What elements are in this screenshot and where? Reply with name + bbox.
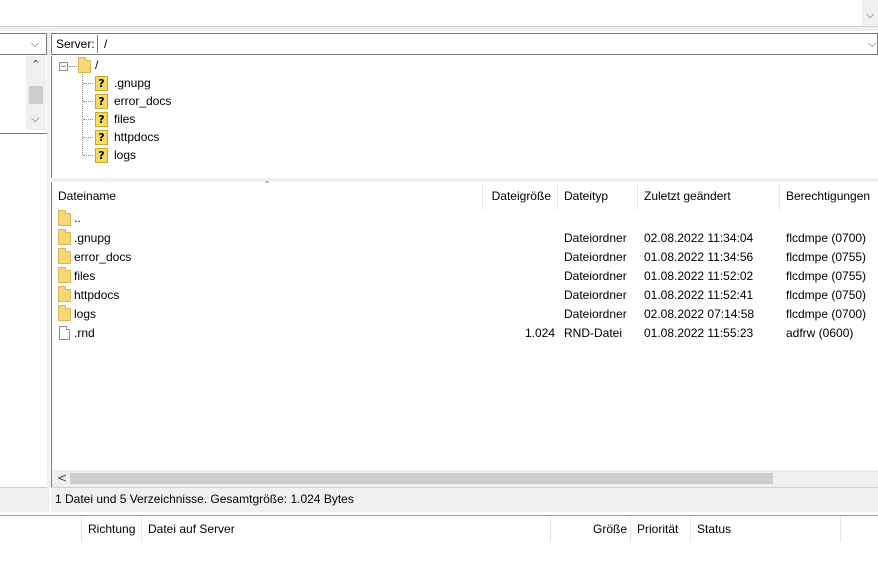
folder-icon [58, 286, 71, 302]
file-type: Dateiordner [564, 307, 627, 321]
local-status-bar [0, 487, 47, 512]
status-text: 1 Datei und 5 Verzeichnisse. Gesamtgröße… [55, 492, 354, 506]
collapse-icon: − [60, 61, 67, 71]
file-permissions: flcdmpe (0750) [786, 288, 867, 302]
file-permissions: flcdmpe (0755) [786, 269, 867, 283]
file-name: logs [74, 307, 97, 321]
file-icon [59, 326, 70, 340]
file-permissions: adfrw (0600) [786, 326, 854, 340]
file-type: Dateiordner [564, 231, 627, 245]
file-modified: 01.08.2022 11:55:23 [644, 326, 754, 340]
top-log-area [0, 0, 878, 26]
file-size: 1.024 [525, 326, 556, 340]
queue-header-direction[interactable]: Richtung [88, 522, 135, 536]
file-permissions: flcdmpe (0700) [786, 231, 867, 245]
remote-directory-tree [51, 56, 878, 178]
table-row[interactable]: error_docs Dateiordner 01.08.2022 11:34:… [52, 247, 878, 266]
file-type: RND-Datei [564, 326, 623, 340]
queue-header-status[interactable]: Status [697, 522, 731, 536]
tree-root[interactable]: / [95, 58, 98, 72]
scroll-thumb[interactable] [29, 86, 43, 104]
file-permissions: flcdmpe (0755) [786, 250, 867, 264]
server-path-bar: Server: / ⌵ [51, 33, 878, 55]
table-row[interactable]: httpdocs Dateiordner 01.08.2022 11:52:41… [52, 285, 878, 304]
scroll-left-icon[interactable]: < [57, 471, 67, 485]
tree-item[interactable]: files [114, 112, 135, 126]
folder-icon [58, 248, 71, 264]
file-name: files [74, 269, 96, 283]
horizontal-scroll-thumb[interactable] [70, 473, 773, 484]
server-path-input[interactable]: / [104, 37, 107, 51]
file-modified: 01.08.2022 11:52:02 [644, 269, 754, 283]
unknown-folder-icon: ? [95, 76, 108, 91]
table-row[interactable]: .rnd 1.024 RND-Datei 01.08.2022 11:55:23… [52, 323, 878, 342]
file-type: Dateiordner [564, 269, 627, 283]
queue-header-server-file[interactable]: Datei auf Server [148, 522, 235, 536]
table-row[interactable]: .gnupg Dateiordner 02.08.2022 11:34:04 f… [52, 228, 878, 247]
column-header-type[interactable]: Dateityp [558, 183, 638, 210]
scroll-up-icon[interactable]: ⌃ [31, 58, 40, 71]
table-row[interactable]: logs Dateiordner 02.08.2022 07:14:58 flc… [52, 304, 878, 323]
file-name: error_docs [74, 250, 132, 264]
file-name: .rnd [74, 326, 95, 340]
file-name: .. [74, 211, 81, 225]
file-name: .gnupg [74, 231, 111, 245]
unknown-folder-icon: ? [95, 130, 108, 145]
column-header-modified[interactable]: Zuletzt geändert [638, 183, 780, 210]
file-permissions: flcdmpe (0700) [786, 307, 867, 321]
column-header-name[interactable]: Dateiname [52, 183, 483, 210]
folder-icon [58, 210, 71, 226]
tree-item[interactable]: logs [114, 148, 136, 162]
file-name: httpdocs [74, 288, 120, 302]
table-row[interactable]: files Dateiordner 01.08.2022 11:52:02 fl… [52, 266, 878, 285]
folder-icon [58, 267, 71, 283]
table-row[interactable]: .. [52, 209, 878, 228]
file-modified: 01.08.2022 11:34:56 [644, 250, 754, 264]
chevron-down-icon: ⌵ [31, 37, 40, 50]
file-modified: 02.08.2022 07:14:58 [644, 307, 755, 321]
folder-icon [58, 229, 71, 245]
folder-icon [78, 57, 91, 73]
file-modified: 02.08.2022 11:34:04 [644, 231, 754, 245]
unknown-folder-icon: ? [95, 148, 108, 163]
tree-item[interactable]: .gnupg [114, 76, 151, 90]
collapse-toggle[interactable]: − [59, 62, 68, 71]
file-modified: 01.08.2022 11:52:41 [644, 288, 754, 302]
queue-header-size[interactable]: Größe [593, 522, 627, 536]
folder-icon [58, 305, 71, 321]
file-type: Dateiordner [564, 288, 627, 302]
tree-item[interactable]: httpdocs [114, 130, 159, 144]
chevron-down-icon[interactable]: ⌵ [868, 37, 876, 51]
unknown-folder-icon: ? [95, 112, 108, 127]
queue-header-priority[interactable]: Priorität [637, 522, 678, 536]
server-label: Server: [56, 37, 95, 51]
tree-item[interactable]: error_docs [114, 94, 171, 108]
scroll-down-icon[interactable]: ⌵ [31, 112, 39, 126]
file-type: Dateiordner [564, 250, 627, 264]
unknown-folder-icon: ? [95, 94, 108, 109]
column-header-permissions[interactable]: Berechtigungen [780, 183, 878, 210]
local-path-dropdown[interactable]: ⌵ [0, 33, 47, 55]
column-header-size[interactable]: Dateigröße [483, 183, 558, 210]
scroll-down-icon[interactable]: ⌵ [866, 8, 874, 22]
